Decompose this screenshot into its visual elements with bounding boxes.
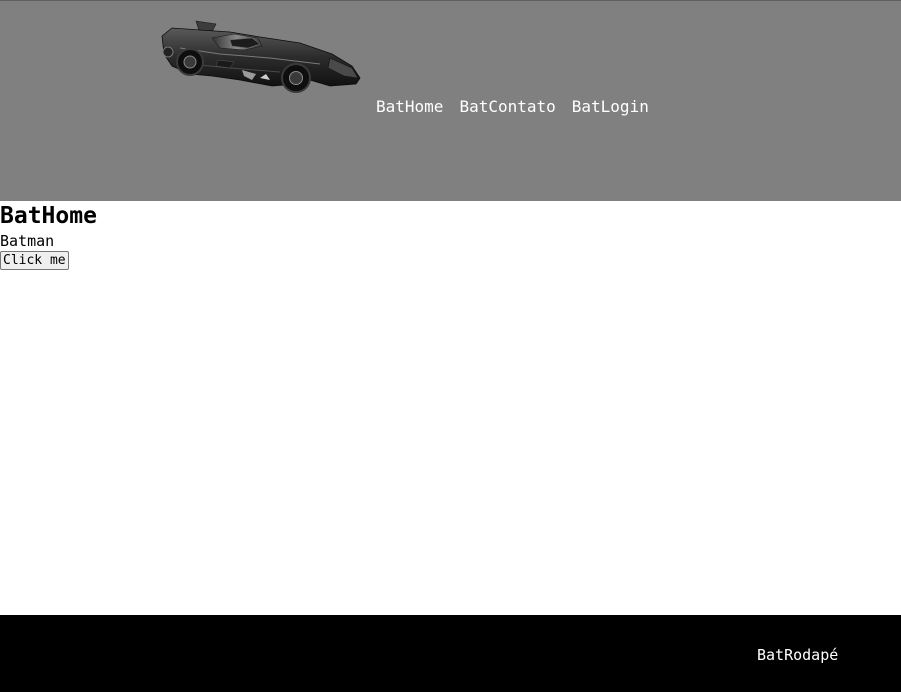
page-title: BatHome bbox=[0, 203, 97, 229]
header-bar: BatHome BatContato BatLogin bbox=[0, 0, 901, 201]
batmobile-logo-icon bbox=[160, 18, 362, 96]
footer-bar: BatRodapé bbox=[0, 615, 901, 692]
main-nav: BatHome BatContato BatLogin bbox=[376, 97, 649, 117]
click-me-button[interactable]: Click me bbox=[0, 251, 69, 270]
page: BatHome BatContato BatLogin BatHome Batm… bbox=[0, 0, 901, 692]
nav-link-bathome[interactable]: BatHome bbox=[376, 97, 443, 117]
nav-link-batcontato[interactable]: BatContato bbox=[459, 97, 555, 117]
body-text: Batman bbox=[0, 232, 55, 250]
batmobile-icon bbox=[161, 20, 361, 93]
footer-text: BatRodapé bbox=[757, 646, 839, 664]
nav-link-batlogin[interactable]: BatLogin bbox=[572, 97, 649, 117]
main-content: BatHome Batman Click me bbox=[0, 201, 901, 270]
